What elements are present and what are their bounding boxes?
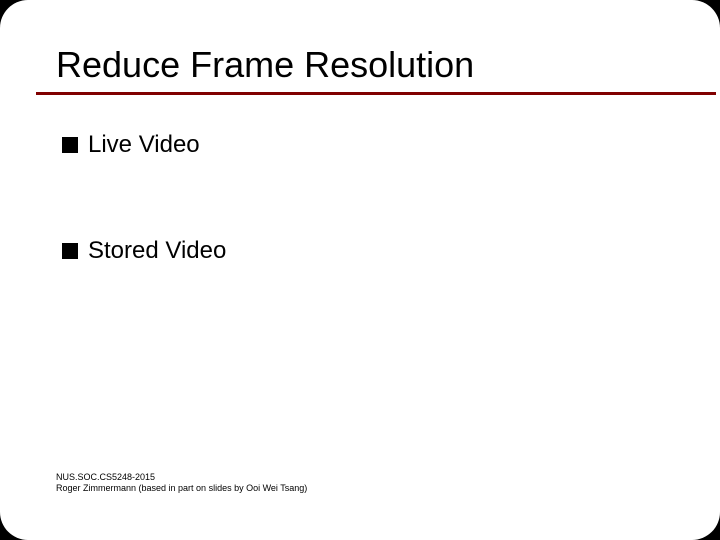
bullet-list: Live Video Stored Video <box>56 131 664 265</box>
slide-content: Reduce Frame Resolution Live Video Store… <box>0 0 720 265</box>
list-item: Live Video <box>62 131 664 159</box>
slide: Reduce Frame Resolution Live Video Store… <box>0 0 720 540</box>
bullet-text: Live Video <box>88 131 200 159</box>
footer-line-1: NUS.SOC.CS5248-2015 <box>56 472 307 483</box>
square-bullet-icon <box>62 243 78 259</box>
slide-footer: NUS.SOC.CS5248-2015 Roger Zimmermann (ba… <box>56 472 307 495</box>
square-bullet-icon <box>62 137 78 153</box>
slide-title: Reduce Frame Resolution <box>56 44 664 86</box>
bullet-text: Stored Video <box>88 237 226 265</box>
footer-line-2: Roger Zimmermann (based in part on slide… <box>56 483 307 494</box>
list-item: Stored Video <box>62 237 664 265</box>
title-rule <box>36 92 716 95</box>
